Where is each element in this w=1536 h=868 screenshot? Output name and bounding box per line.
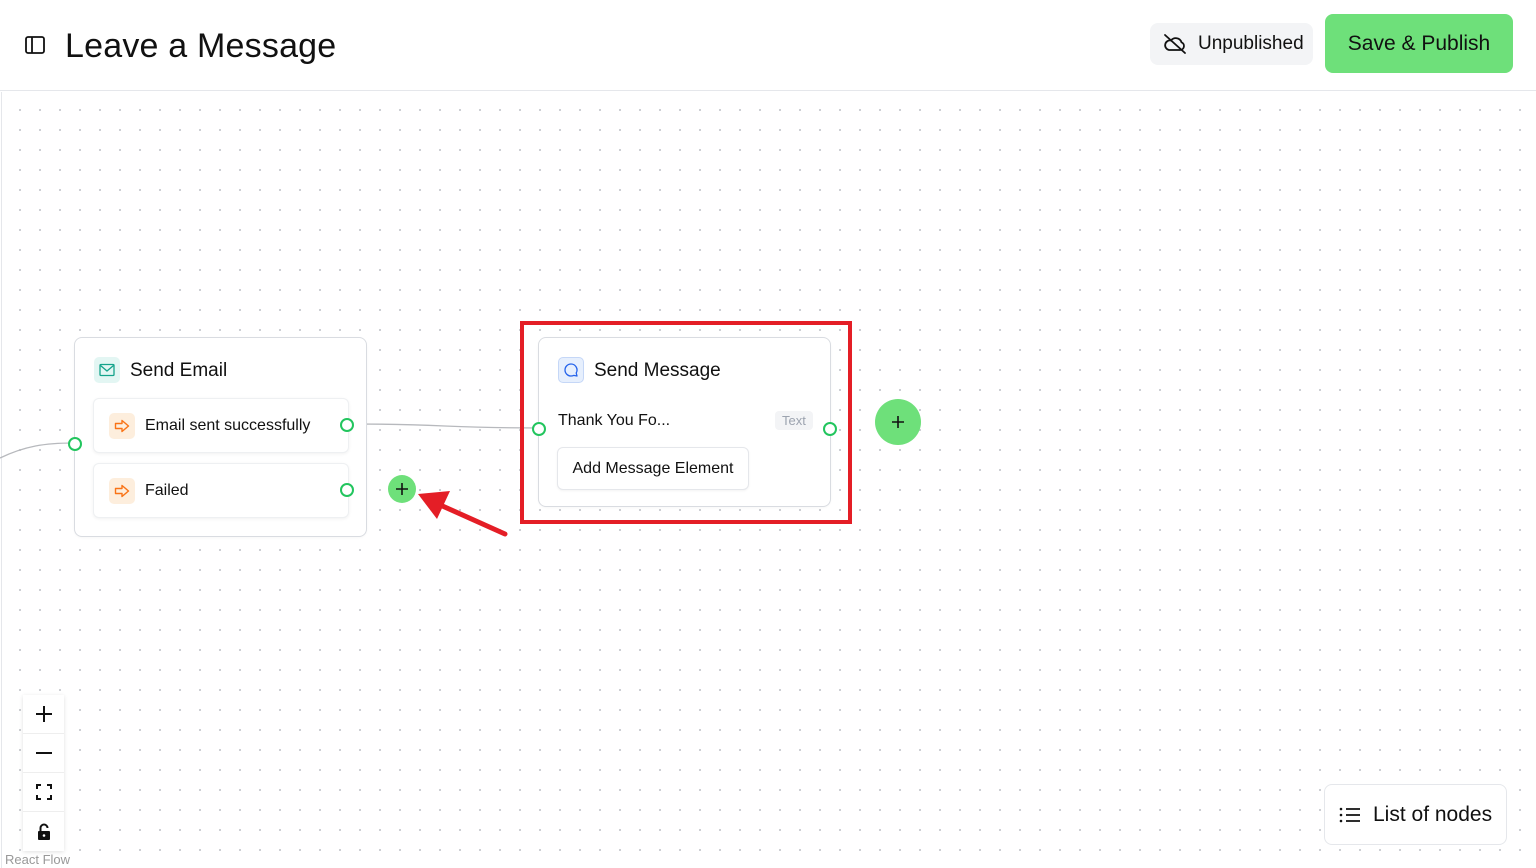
message-circle-icon [558, 357, 584, 383]
branch-label: Failed [145, 481, 189, 499]
list-of-nodes-button[interactable]: List of nodes [1324, 784, 1507, 845]
message-element-text[interactable]: Thank You Fo... [558, 412, 670, 430]
input-handle[interactable] [68, 437, 82, 451]
status-label: Unpublished [1198, 33, 1304, 54]
react-flow-attribution[interactable]: React Flow [5, 852, 70, 867]
output-handle-success[interactable] [340, 418, 354, 432]
minus-icon [35, 752, 52, 754]
zoom-out-button[interactable] [23, 734, 64, 773]
arrow-right-icon [109, 412, 135, 439]
page-title: Leave a Message [65, 27, 337, 65]
add-message-element-button[interactable]: Add Message Element [557, 447, 749, 490]
fit-view-button[interactable] [23, 773, 64, 812]
mail-icon [94, 357, 120, 383]
save-publish-button[interactable]: Save & Publish [1325, 14, 1513, 73]
node-title: Send Message [594, 360, 721, 381]
header-bar: Leave a Message Unpublished Save & Publi… [0, 0, 1536, 91]
cloud-off-icon [1162, 31, 1188, 57]
node-title: Send Email [130, 360, 228, 381]
input-handle[interactable] [532, 422, 546, 436]
branch-label: Email sent successfully [145, 416, 311, 434]
plus-icon [892, 416, 904, 428]
branch-failed[interactable]: Failed [93, 463, 349, 518]
add-node-button[interactable] [388, 475, 416, 503]
element-type-badge: Text [775, 411, 813, 430]
flow-controls [23, 695, 64, 851]
lock-button[interactable] [23, 812, 64, 851]
list-icon [1339, 804, 1361, 826]
status-badge[interactable]: Unpublished [1150, 23, 1313, 65]
plus-icon [396, 483, 408, 495]
add-node-button[interactable] [875, 399, 921, 445]
list-of-nodes-label: List of nodes [1373, 802, 1493, 826]
plus-icon [35, 706, 52, 722]
output-handle-failed[interactable] [340, 483, 354, 497]
sidebar-icon[interactable] [23, 33, 47, 57]
lock-icon [37, 823, 50, 840]
fit-view-icon [35, 784, 52, 800]
send-message-node[interactable]: Send Message Thank You Fo... Text Add Me… [538, 337, 831, 507]
zoom-in-button[interactable] [23, 695, 64, 734]
branch-success[interactable]: Email sent successfully [93, 398, 349, 453]
arrow-right-icon [109, 477, 135, 504]
send-email-node[interactable]: Send Email Email sent successfully Faile… [74, 337, 367, 537]
output-handle[interactable] [823, 422, 837, 436]
